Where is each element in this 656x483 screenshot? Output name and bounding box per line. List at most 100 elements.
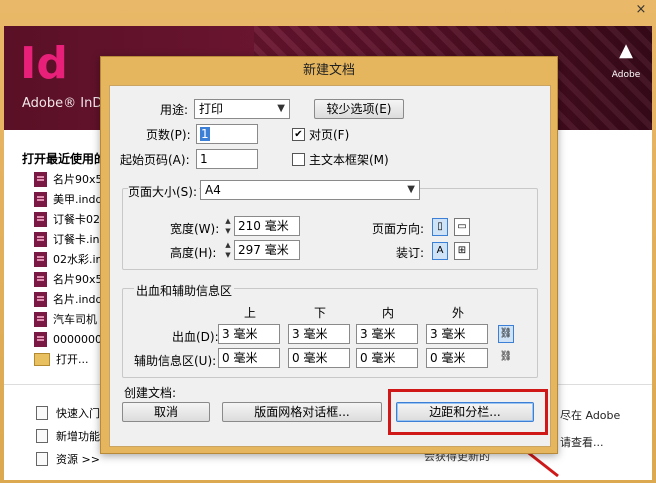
slug-bottom-input[interactable]: 0 毫米 bbox=[288, 348, 350, 368]
whats-new-link[interactable]: 新增功能 bbox=[36, 428, 100, 444]
slug-top-input[interactable]: 0 毫米 bbox=[218, 348, 280, 368]
right-binding-icon[interactable]: ⊞ bbox=[454, 242, 470, 260]
recent-file-item[interactable]: 名片.indd bbox=[34, 290, 104, 308]
intent-value: 打印 bbox=[199, 102, 224, 116]
recent-file-name: 订餐卡.in bbox=[53, 233, 100, 246]
checkbox-unchecked-icon bbox=[292, 153, 305, 166]
intent-select[interactable]: 打印 ▼ bbox=[194, 99, 290, 119]
page-size-select[interactable]: A4 ▼ bbox=[200, 180, 420, 200]
landscape-icon[interactable]: ▭ bbox=[454, 218, 470, 236]
document-icon bbox=[36, 406, 48, 420]
chevron-down-icon: ▼ bbox=[407, 184, 415, 195]
open-file-item[interactable]: 打开... bbox=[34, 350, 104, 368]
resources-link[interactable]: 资源 >> bbox=[36, 451, 100, 467]
indd-file-icon bbox=[34, 231, 47, 247]
recent-file-name: 名片90x5 bbox=[53, 273, 103, 286]
intent-label: 用途: bbox=[160, 103, 189, 117]
col-outside-label: 外 bbox=[452, 306, 465, 320]
slug-outside-input[interactable]: 0 毫米 bbox=[426, 348, 488, 368]
recent-file-item[interactable]: 美甲.indd bbox=[34, 190, 104, 208]
quick-start-link[interactable]: 快速入门 bbox=[36, 405, 100, 421]
bleed-slug-title: 出血和辅助信息区 bbox=[134, 282, 235, 299]
recent-file-item[interactable]: 名片90x5 bbox=[34, 270, 104, 288]
recent-file-item[interactable]: 订餐卡02 bbox=[34, 210, 104, 228]
pages-value: 1 bbox=[200, 127, 210, 141]
folder-icon bbox=[34, 352, 50, 366]
document-icon bbox=[36, 429, 48, 443]
col-bottom-label: 下 bbox=[314, 306, 327, 320]
chevron-down-icon: ▼ bbox=[277, 103, 285, 114]
height-stepper[interactable]: ▲ ▼ 297 毫米 bbox=[222, 240, 300, 260]
stepper-arrows-icon[interactable]: ▲ ▼ bbox=[222, 216, 234, 236]
indd-file-icon bbox=[34, 191, 47, 207]
master-text-frame-label: 主文本框架(M) bbox=[309, 153, 389, 167]
recent-file-name: 02水彩.in bbox=[53, 253, 103, 266]
cancel-button[interactable]: 取消 bbox=[122, 402, 210, 422]
pages-label: 页数(P): bbox=[146, 128, 191, 142]
width-value[interactable]: 210 毫米 bbox=[234, 216, 300, 236]
facing-pages-checkbox[interactable]: ✔ 对页(F) bbox=[292, 126, 349, 143]
recent-file-name: 汽车司机 bbox=[53, 313, 97, 326]
orientation-label: 页面方向: bbox=[372, 222, 425, 236]
recent-file-item[interactable]: 02水彩.in bbox=[34, 250, 104, 268]
recent-file-name: 名片90x5 bbox=[53, 173, 103, 186]
whats-new-label: 新增功能 bbox=[56, 430, 100, 443]
recent-file-name: 订餐卡02 bbox=[53, 213, 100, 226]
height-value[interactable]: 297 毫米 bbox=[234, 240, 300, 260]
window-close-button[interactable]: × bbox=[630, 2, 652, 20]
resources-label: 资源 >> bbox=[56, 453, 100, 466]
col-inside-label: 内 bbox=[382, 306, 395, 320]
annotation-highlight-box bbox=[388, 389, 548, 435]
master-text-frame-checkbox[interactable]: 主文本框架(M) bbox=[292, 151, 389, 168]
recent-file-item[interactable]: 名片90x5 bbox=[34, 170, 104, 188]
recent-file-name: 名片.indd bbox=[53, 293, 103, 306]
bleed-bottom-input[interactable]: 3 毫米 bbox=[288, 324, 350, 344]
portrait-icon[interactable]: ▯ bbox=[432, 218, 448, 236]
indesign-logo: Id bbox=[20, 38, 68, 89]
open-file-label: 打开... bbox=[56, 353, 89, 366]
recent-file-item[interactable]: 订餐卡.in bbox=[34, 230, 104, 248]
banner-brand-text: Adobe® InD bbox=[22, 96, 103, 111]
page-size-value: A4 bbox=[205, 183, 221, 197]
adobe-logo-icon: ▲ bbox=[619, 40, 633, 61]
indd-file-icon bbox=[34, 271, 47, 287]
left-binding-icon[interactable]: A bbox=[432, 242, 448, 260]
recent-file-name: 0000000 bbox=[53, 332, 102, 346]
create-document-label: 创建文档: bbox=[124, 386, 177, 400]
start-page-value: 1 bbox=[200, 152, 208, 166]
width-stepper[interactable]: ▲ ▼ 210 毫米 bbox=[222, 216, 300, 236]
recent-file-item[interactable]: 汽车司机 bbox=[34, 310, 104, 328]
start-page-label: 起始页码(A): bbox=[120, 153, 190, 167]
indd-file-icon bbox=[34, 171, 47, 187]
bleed-outside-input[interactable]: 3 毫米 bbox=[426, 324, 488, 344]
adobe-logo-text: Adobe bbox=[611, 70, 641, 80]
facing-pages-label: 对页(F) bbox=[309, 128, 350, 142]
start-page-input[interactable]: 1 bbox=[196, 149, 258, 169]
dialog-title: 新建文档 bbox=[302, 63, 355, 78]
pages-input[interactable]: 1 bbox=[196, 124, 258, 144]
bleed-label: 出血(D): bbox=[172, 330, 219, 344]
side-text: 请查看... bbox=[560, 436, 604, 449]
document-icon bbox=[36, 452, 48, 466]
slug-inside-input[interactable]: 0 毫米 bbox=[356, 348, 418, 368]
slug-label: 辅助信息区(U): bbox=[134, 354, 217, 368]
recent-file-item[interactable]: 0000000 bbox=[34, 330, 104, 348]
unlink-chain-icon[interactable]: ⛓ bbox=[498, 349, 514, 367]
layout-grid-dialog-button[interactable]: 版面网格对话框... bbox=[222, 402, 382, 422]
indd-file-icon bbox=[34, 251, 47, 267]
stepper-arrows-icon[interactable]: ▲ ▼ bbox=[222, 240, 234, 260]
indd-file-icon bbox=[34, 311, 47, 327]
side-text: 尽在 Adobe bbox=[560, 409, 621, 422]
col-top-label: 上 bbox=[244, 306, 257, 320]
bleed-top-input[interactable]: 3 毫米 bbox=[218, 324, 280, 344]
binding-label: 装订: bbox=[396, 246, 425, 260]
indd-file-icon bbox=[34, 331, 47, 347]
checkbox-checked-icon: ✔ bbox=[292, 128, 305, 141]
fewer-options-button[interactable]: 较少选项(E) bbox=[314, 99, 404, 119]
width-label: 宽度(W): bbox=[170, 222, 220, 236]
link-chain-icon[interactable]: ⛓ bbox=[498, 325, 514, 343]
recent-file-name: 美甲.indd bbox=[53, 193, 103, 206]
quick-start-label: 快速入门 bbox=[56, 407, 100, 420]
bleed-inside-input[interactable]: 3 毫米 bbox=[356, 324, 418, 344]
height-label: 高度(H): bbox=[170, 246, 217, 260]
